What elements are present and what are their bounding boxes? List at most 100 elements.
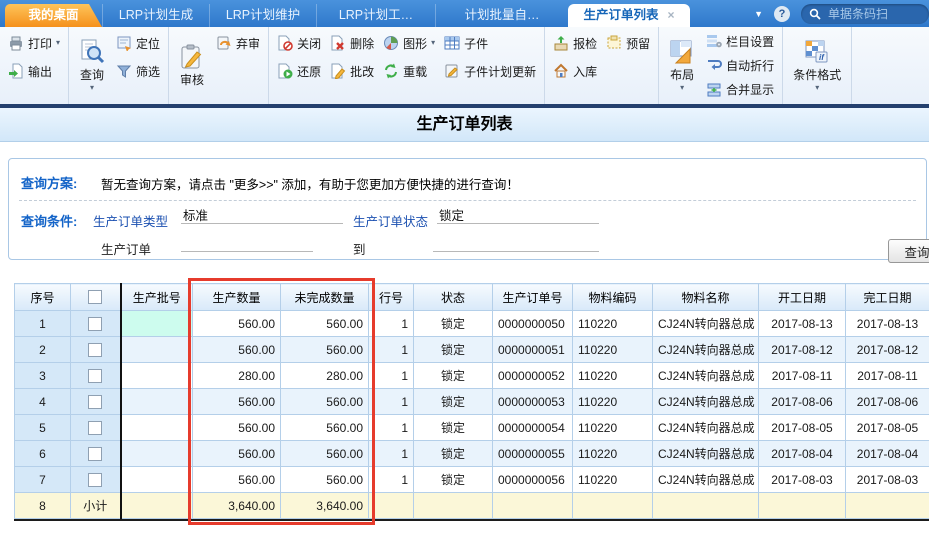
column-header-11[interactable]: 完工日期 bbox=[846, 284, 929, 311]
table-cell[interactable]: 560.00 bbox=[281, 337, 369, 363]
column-settings-button[interactable]: 栏目设置 bbox=[703, 30, 777, 52]
order-from-field[interactable] bbox=[181, 233, 313, 252]
table-cell[interactable]: 2017-08-04 bbox=[759, 441, 846, 467]
table-cell[interactable]: 560.00 bbox=[281, 389, 369, 415]
table-cell[interactable]: 2017-08-03 bbox=[759, 467, 846, 493]
table-cell[interactable] bbox=[121, 311, 193, 337]
table-cell[interactable] bbox=[121, 467, 193, 493]
table-row[interactable]: 6560.00560.001锁定0000000055110220CJ24N转向器… bbox=[15, 441, 929, 467]
nav-tab-4[interactable]: 计划批量自… bbox=[435, 4, 568, 27]
row-checkbox[interactable] bbox=[88, 473, 102, 487]
conditional-format-button[interactable]: if条件格式▾ bbox=[788, 30, 846, 101]
nav-tab-3[interactable]: LRP计划工… bbox=[316, 4, 435, 27]
query-button[interactable]: 查询▾ bbox=[74, 30, 110, 101]
export-button[interactable]: 输出 bbox=[5, 58, 63, 84]
table-cell[interactable]: CJ24N转向器总成 bbox=[653, 441, 759, 467]
batch-edit-button[interactable]: 批改 bbox=[327, 58, 377, 84]
reload-button[interactable]: 重载 bbox=[380, 58, 438, 84]
table-cell[interactable]: 560.00 bbox=[193, 467, 281, 493]
filter-button[interactable]: 筛选 bbox=[113, 58, 163, 84]
table-cell[interactable] bbox=[71, 467, 121, 493]
table-cell[interactable]: 锁定 bbox=[414, 311, 493, 337]
table-cell[interactable]: 560.00 bbox=[281, 415, 369, 441]
column-header-6[interactable]: 状态 bbox=[414, 284, 493, 311]
graph-button[interactable]: 图形▾ bbox=[380, 30, 438, 56]
table-cell[interactable]: 110220 bbox=[573, 467, 653, 493]
order-to-field[interactable] bbox=[433, 233, 599, 252]
table-cell[interactable]: 锁定 bbox=[414, 441, 493, 467]
table-cell[interactable]: 0000000054 bbox=[493, 415, 573, 441]
row-checkbox[interactable] bbox=[88, 421, 102, 435]
table-cell[interactable]: 1 bbox=[369, 311, 414, 337]
table-cell[interactable]: 560.00 bbox=[193, 415, 281, 441]
tab-production-order-list[interactable]: 生产订单列表 × bbox=[568, 4, 690, 27]
column-header-4[interactable]: 未完成数量 bbox=[281, 284, 369, 311]
table-cell[interactable]: 110220 bbox=[573, 415, 653, 441]
auto-wrap-button[interactable]: 自动折行 bbox=[703, 54, 777, 76]
row-checkbox[interactable] bbox=[88, 290, 102, 304]
table-cell[interactable]: 560.00 bbox=[193, 389, 281, 415]
table-cell[interactable] bbox=[71, 389, 121, 415]
column-header-0[interactable]: 序号 bbox=[15, 284, 71, 311]
layout-button[interactable]: 布局▾ bbox=[664, 30, 700, 101]
column-header-2[interactable]: 生产批号 bbox=[121, 284, 193, 311]
table-cell[interactable]: 1 bbox=[369, 337, 414, 363]
merge-display-button[interactable]: 合并显示 bbox=[703, 79, 777, 101]
table-cell[interactable]: 1 bbox=[369, 441, 414, 467]
table-cell[interactable]: 锁定 bbox=[414, 467, 493, 493]
table-row[interactable]: 4560.00560.001锁定0000000053110220CJ24N转向器… bbox=[15, 389, 929, 415]
table-cell[interactable]: 110220 bbox=[573, 363, 653, 389]
row-checkbox[interactable] bbox=[88, 447, 102, 461]
table-cell[interactable]: 110220 bbox=[573, 337, 653, 363]
table-cell[interactable] bbox=[71, 311, 121, 337]
query-button[interactable]: 查询 bbox=[888, 239, 929, 263]
table-cell[interactable]: 5 bbox=[15, 415, 71, 441]
table-cell[interactable]: 2017-08-13 bbox=[759, 311, 846, 337]
table-cell[interactable]: 7 bbox=[15, 467, 71, 493]
row-checkbox[interactable] bbox=[88, 317, 102, 331]
close-button[interactable]: 关闭 bbox=[274, 30, 324, 56]
table-cell[interactable]: 2017-08-12 bbox=[846, 337, 929, 363]
table-cell[interactable]: 560.00 bbox=[193, 337, 281, 363]
row-checkbox[interactable] bbox=[88, 343, 102, 357]
table-cell[interactable]: 2017-08-04 bbox=[846, 441, 929, 467]
table-row[interactable]: 2560.00560.001锁定0000000051110220CJ24N转向器… bbox=[15, 337, 929, 363]
help-icon[interactable]: ? bbox=[774, 6, 790, 22]
table-cell[interactable]: 6 bbox=[15, 441, 71, 467]
table-cell[interactable]: 1 bbox=[369, 467, 414, 493]
print-button[interactable]: 打印▾ bbox=[5, 30, 63, 56]
table-cell[interactable]: 2017-08-03 bbox=[846, 467, 929, 493]
order-status-label[interactable]: 生产订单状态 bbox=[353, 211, 428, 230]
table-cell[interactable]: 锁定 bbox=[414, 363, 493, 389]
order-type-field[interactable] bbox=[181, 205, 343, 224]
search-input[interactable] bbox=[826, 6, 908, 22]
column-header-7[interactable]: 生产订单号 bbox=[493, 284, 573, 311]
table-cell[interactable]: 2017-08-11 bbox=[759, 363, 846, 389]
inbound-button[interactable]: 入库 bbox=[550, 58, 600, 84]
table-cell[interactable]: 110220 bbox=[573, 441, 653, 467]
table-cell[interactable]: CJ24N转向器总成 bbox=[653, 363, 759, 389]
table-cell[interactable]: 2 bbox=[15, 337, 71, 363]
audit-button[interactable]: 审核 bbox=[174, 30, 210, 101]
table-cell[interactable]: 0000000050 bbox=[493, 311, 573, 337]
table-cell[interactable]: 4 bbox=[15, 389, 71, 415]
table-cell[interactable]: 锁定 bbox=[414, 389, 493, 415]
subitem-plan-update-button[interactable]: 子件计划更新 bbox=[441, 58, 539, 84]
table-cell[interactable]: 0000000053 bbox=[493, 389, 573, 415]
table-row[interactable]: 3280.00280.001锁定0000000052110220CJ24N转向器… bbox=[15, 363, 929, 389]
table-cell[interactable]: 2017-08-05 bbox=[759, 415, 846, 441]
column-header-1[interactable] bbox=[71, 284, 121, 311]
table-cell[interactable] bbox=[71, 441, 121, 467]
table-cell[interactable]: 110220 bbox=[573, 311, 653, 337]
tab-close-icon[interactable]: × bbox=[668, 4, 675, 27]
nav-tab-2[interactable]: LRP计划维护 bbox=[209, 4, 316, 27]
table-cell[interactable]: 锁定 bbox=[414, 337, 493, 363]
locate-button[interactable]: 定位 bbox=[113, 30, 163, 56]
table-cell[interactable]: 0000000055 bbox=[493, 441, 573, 467]
table-cell[interactable]: 560.00 bbox=[281, 467, 369, 493]
order-type-label[interactable]: 生产订单类型 bbox=[93, 211, 168, 230]
barcode-search-box[interactable] bbox=[801, 4, 929, 24]
table-cell[interactable]: CJ24N转向器总成 bbox=[653, 311, 759, 337]
reserve-button[interactable]: 预留 bbox=[603, 30, 653, 56]
table-cell[interactable]: 1 bbox=[369, 389, 414, 415]
